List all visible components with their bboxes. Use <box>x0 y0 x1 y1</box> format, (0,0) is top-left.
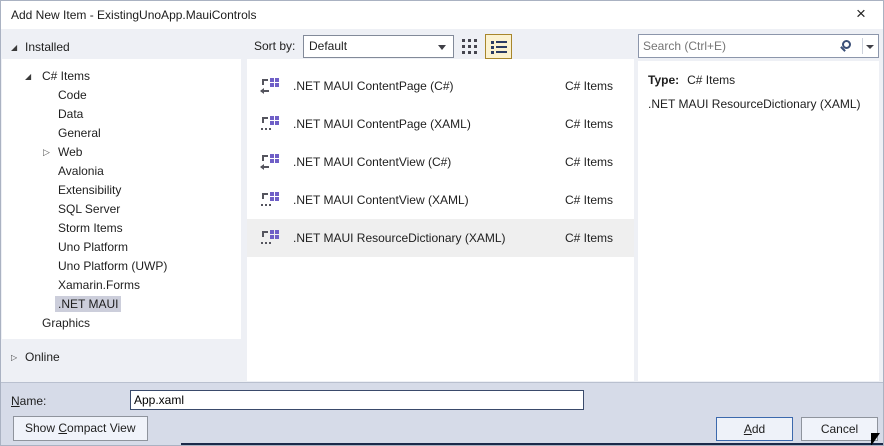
footer-bar: Name: Show Compact View Add Cancel <box>1 382 883 445</box>
add-label-rest: dd <box>751 422 766 436</box>
compact-label-pre: Show <box>25 421 59 435</box>
compact-label-accesskey: C <box>58 421 68 435</box>
tree-item-label-selected: .NET MAUI <box>55 296 122 312</box>
tree-item-label: Code <box>58 88 87 102</box>
installed-header[interactable]: ◢ Installed <box>11 37 70 57</box>
tree-item-sql-server[interactable]: SQL Server <box>2 200 241 219</box>
search-divider <box>862 38 863 54</box>
close-icon[interactable]: × <box>847 1 875 29</box>
category-tree: ◢ C# Items Code Data General ▷ Web Avalo… <box>2 59 241 339</box>
template-row[interactable]: .NET MAUI ContentPage (C#) C# Items <box>247 67 634 105</box>
list-view-icon-lines <box>496 41 507 43</box>
type-row: Type: C# Items <box>648 73 735 87</box>
tree-item-storm-items[interactable]: Storm Items <box>2 219 241 238</box>
tree-item-label: General <box>58 126 101 140</box>
tree-item-data[interactable]: Data <box>2 105 241 124</box>
search-box[interactable] <box>638 34 879 58</box>
expanded-triangle-icon: ◢ <box>25 72 32 81</box>
tree-item-uno-platform-uwp[interactable]: Uno Platform (UWP) <box>2 257 241 276</box>
tree-item-general[interactable]: General <box>2 124 241 143</box>
template-name: .NET MAUI ContentView (XAML) <box>293 193 469 207</box>
add-label-accesskey: A <box>743 422 752 436</box>
collapsed-triangle-icon: ▷ <box>11 353 18 362</box>
template-name: .NET MAUI ContentView (C#) <box>293 155 452 169</box>
template-row[interactable]: .NET MAUI ContentView (C#) C# Items <box>247 143 634 181</box>
tree-item-xamarin-forms[interactable]: Xamarin.Forms <box>2 276 241 295</box>
add-new-item-dialog: Add New Item - ExistingUnoApp.MauiContro… <box>0 0 884 446</box>
cancel-button[interactable]: Cancel <box>801 417 878 441</box>
mouse-cursor <box>871 433 880 445</box>
template-category: C# Items <box>564 231 613 245</box>
tree-item-label: Graphics <box>42 316 91 330</box>
maui-contentpage-xaml-icon <box>261 115 279 133</box>
maui-contentview-xaml-icon <box>261 191 279 209</box>
list-view-button[interactable] <box>485 34 512 59</box>
expanded-triangle-icon: ◢ <box>11 43 18 52</box>
tree-item-avalonia[interactable]: Avalonia <box>2 162 241 181</box>
template-name: .NET MAUI ResourceDictionary (XAML) <box>293 231 506 245</box>
tree-item-label: Xamarin.Forms <box>58 278 141 292</box>
tree-item-label: Uno Platform (UWP) <box>58 259 168 273</box>
chevron-down-icon[interactable] <box>866 45 874 49</box>
type-value: C# Items <box>687 73 736 87</box>
online-header[interactable]: ▷ Online <box>11 347 60 367</box>
tree-item-extensibility[interactable]: Extensibility <box>2 181 241 200</box>
tree-item-label: Avalonia <box>58 164 104 178</box>
dialog-title: Add New Item - ExistingUnoApp.MauiContro… <box>11 8 257 22</box>
tiles-view-icon <box>462 39 465 42</box>
show-compact-view-button[interactable]: Show Compact View <box>13 416 148 441</box>
name-input[interactable] <box>130 390 584 410</box>
type-label: Type: <box>648 73 680 87</box>
template-row[interactable]: .NET MAUI ContentView (XAML) C# Items <box>247 181 634 219</box>
tree-item-label: Web <box>58 145 83 159</box>
sort-by-label: Sort by: <box>254 39 296 53</box>
online-header-label: Online <box>25 350 60 364</box>
tree-item-graphics[interactable]: Graphics <box>2 314 241 333</box>
maui-contentview-csharp-icon <box>260 153 279 171</box>
template-name: .NET MAUI ContentPage (C#) <box>293 79 454 93</box>
template-category: C# Items <box>564 155 613 169</box>
name-label: Name: <box>11 392 46 410</box>
tree-item-label: C# Items <box>42 69 91 83</box>
template-category: C# Items <box>564 79 613 93</box>
search-icon <box>842 40 851 49</box>
template-name: .NET MAUI ContentPage (XAML) <box>293 117 471 131</box>
list-view-icon <box>491 41 494 44</box>
collapsed-triangle-icon: ▷ <box>43 147 50 157</box>
tree-item-csharp-items[interactable]: ◢ C# Items <box>2 67 241 86</box>
tree-item-web[interactable]: ▷ Web <box>2 143 241 162</box>
tiles-view-button[interactable] <box>462 39 478 55</box>
template-row[interactable]: .NET MAUI ContentPage (XAML) C# Items <box>247 105 634 143</box>
installed-header-label: Installed <box>25 40 70 54</box>
maui-contentpage-csharp-icon <box>260 77 279 95</box>
tree-item-label: Storm Items <box>58 221 123 235</box>
template-row-selected[interactable]: .NET MAUI ResourceDictionary (XAML) C# I… <box>247 219 634 257</box>
template-category: C# Items <box>564 193 613 207</box>
tree-item-code[interactable]: Code <box>2 86 241 105</box>
template-list: .NET MAUI ContentPage (C#) C# Items .NET… <box>247 59 634 381</box>
title-bar: Add New Item - ExistingUnoApp.MauiContro… <box>1 1 883 29</box>
template-category: C# Items <box>564 117 613 131</box>
search-input[interactable] <box>643 36 838 56</box>
sort-dropdown[interactable]: Default <box>303 35 454 58</box>
template-description: .NET MAUI ResourceDictionary (XAML) <box>648 97 861 111</box>
tree-item-label: Uno Platform <box>58 240 129 254</box>
tree-item-label: Extensibility <box>58 183 122 197</box>
maui-resourcedictionary-xaml-icon <box>261 229 279 247</box>
compact-label-rest: ompact View <box>67 421 136 435</box>
name-label-rest: ame: <box>19 394 47 408</box>
tree-item-uno-platform[interactable]: Uno Platform <box>2 238 241 257</box>
chevron-down-icon <box>438 45 446 50</box>
tree-item-dotnet-maui[interactable]: .NET MAUI <box>2 295 241 314</box>
tree-item-label: Data <box>58 107 84 121</box>
sort-dropdown-value: Default <box>309 39 348 53</box>
add-button[interactable]: Add <box>716 417 793 441</box>
details-panel: Type: C# Items .NET MAUI ResourceDictiona… <box>638 61 879 381</box>
tree-item-label: SQL Server <box>58 202 121 216</box>
name-label-accesskey: N <box>11 394 20 408</box>
